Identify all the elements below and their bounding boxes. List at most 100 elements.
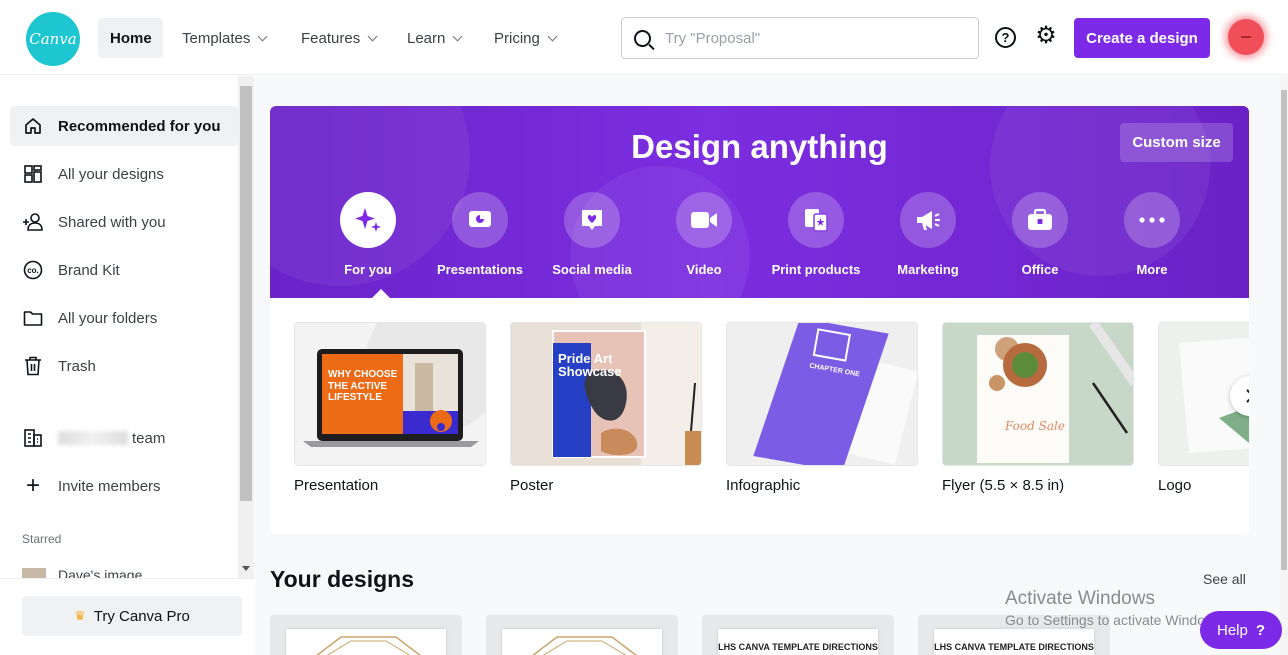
page-scrollbar[interactable] (1280, 76, 1288, 655)
sidebar-item-brand-kit[interactable]: co. Brand Kit (10, 250, 238, 290)
see-all-link[interactable]: See all (1203, 571, 1246, 587)
sidebar-item-label: All your designs (58, 165, 164, 183)
design-card[interactable] (270, 615, 462, 655)
create-design-label: Create a design (1086, 29, 1198, 47)
nav-features[interactable]: Features (289, 18, 388, 58)
logo-text: Canva (29, 30, 77, 48)
chevron-down-icon (257, 31, 268, 41)
category-marketing[interactable]: Marketing (872, 192, 984, 277)
create-design-button[interactable]: Create a design (1074, 18, 1210, 58)
category-social-media[interactable]: Social media (536, 192, 648, 277)
template-card-label: Infographic (726, 477, 801, 494)
category-label: More (1136, 262, 1168, 277)
template-card-poster[interactable]: Pride Art Showcase Poster (510, 322, 702, 494)
top-navigation-bar: Canva Home Templates Features Learn Pric… (0, 0, 1288, 75)
sparkle-icon (340, 192, 396, 248)
presentation-icon (452, 192, 508, 248)
design-card[interactable] (486, 615, 678, 655)
scroll-down-arrow-icon[interactable] (242, 566, 250, 571)
design-thumbnail-title: LHS CANVA TEMPLATE DIRECTIONS (718, 629, 878, 655)
try-pro-label: Try Canva Pro (93, 607, 190, 625)
hero-title: Design anything (631, 128, 888, 165)
chevron-down-icon (367, 31, 378, 41)
sidebar-footer: ♛ Try Canva Pro (0, 578, 254, 655)
sidebar-item-recommended[interactable]: Recommended for you (10, 106, 238, 146)
template-preview-flyer: Food Sale (942, 322, 1134, 466)
poster-preview-text: Pride Art Showcase (558, 351, 622, 379)
sidebar-item-label: All your folders (58, 309, 158, 327)
grid-icon (22, 163, 44, 185)
sidebar-item-trash[interactable]: Trash (10, 346, 238, 386)
flyer-preview-text: Food Sale (1005, 419, 1065, 433)
category-label: Social media (552, 262, 632, 277)
sidebar-item-label: Shared with you (58, 213, 166, 231)
search-icon (634, 29, 651, 47)
category-video[interactable]: Video (648, 192, 760, 277)
category-office[interactable]: Office (984, 192, 1096, 277)
category-for-you[interactable]: For you (312, 192, 424, 277)
nav-learn-label: Learn (407, 29, 446, 47)
template-card-flyer[interactable]: Food Sale Flyer (5.5 × 8.5 in) (942, 322, 1134, 494)
canva-logo[interactable]: Canva (26, 12, 80, 66)
main-content: Design anything Custom size For you Pres… (255, 76, 1280, 655)
help-icon[interactable]: ? (995, 27, 1016, 48)
template-card-label: Logo (1158, 477, 1192, 494)
search-bar (621, 17, 979, 59)
sidebar-item-label: Recommended for you (58, 117, 221, 135)
chevron-down-icon (547, 31, 558, 41)
question-mark-icon: ? (1255, 621, 1266, 639)
sidebar-item-team[interactable]: team (10, 418, 238, 458)
nav-pricing[interactable]: Pricing (482, 18, 568, 58)
sidebar-item-folders[interactable]: All your folders (10, 298, 238, 338)
avatar[interactable] (1228, 19, 1264, 55)
template-preview-poster: Pride Art Showcase (510, 322, 702, 466)
template-preview-presentation: WHY CHOOSE THE ACTIVE LIFESTYLE (294, 322, 486, 466)
template-card-label: Poster (510, 477, 554, 494)
gear-icon[interactable]: ⚙ (1034, 24, 1058, 48)
category-presentations[interactable]: Presentations (424, 192, 536, 277)
sidebar-item-all-designs[interactable]: All your designs (10, 154, 238, 194)
chevron-right-icon (1246, 389, 1249, 403)
nav-templates-label: Templates (182, 29, 251, 47)
your-designs-heading: Your designs (270, 566, 414, 592)
folder-icon (22, 307, 44, 329)
briefcase-icon (1012, 192, 1068, 248)
nav-home[interactable]: Home (98, 18, 163, 58)
template-card-presentation[interactable]: WHY CHOOSE THE ACTIVE LIFESTYLE Presenta… (294, 322, 486, 494)
custom-size-button[interactable]: Custom size (1120, 123, 1233, 162)
design-thumbnail (502, 629, 662, 655)
template-card-infographic[interactable]: CHAPTER ONE Infographic (726, 322, 918, 494)
search-input[interactable] (665, 29, 945, 47)
category-label: Presentations (437, 262, 523, 277)
custom-size-label: Custom size (1132, 134, 1221, 151)
active-category-indicator (371, 289, 391, 298)
help-button[interactable]: Help ? (1200, 611, 1282, 649)
template-cards-panel: WHY CHOOSE THE ACTIVE LIFESTYLE Presenta… (270, 298, 1249, 534)
try-canva-pro-button[interactable]: ♛ Try Canva Pro (22, 596, 242, 636)
trash-icon (22, 355, 44, 377)
page-scrollbar-thumb[interactable] (1281, 90, 1287, 570)
sidebar-item-shared[interactable]: Shared with you (10, 202, 238, 242)
sidebar-scrollbar-thumb[interactable] (240, 86, 252, 501)
template-card-label: Flyer (5.5 × 8.5 in) (942, 477, 1065, 494)
design-thumbnail (286, 629, 446, 655)
crown-icon: ♛ (74, 608, 86, 623)
nav-templates[interactable]: Templates (170, 18, 278, 58)
print-products-icon (788, 192, 844, 248)
nav-home-label: Home (110, 29, 152, 47)
sidebar-scrollbar[interactable] (238, 76, 254, 578)
category-more[interactable]: More (1096, 192, 1208, 277)
nav-learn[interactable]: Learn (395, 18, 473, 58)
sidebar-item-invite[interactable]: + Invite members (10, 466, 238, 506)
more-dots-icon (1124, 192, 1180, 248)
sidebar-item-label: Invite members (58, 477, 161, 495)
design-card[interactable]: LHS CANVA TEMPLATE DIRECTIONS (702, 615, 894, 655)
category-print-products[interactable]: Print products (760, 192, 872, 277)
sidebar-item-label: Brand Kit (58, 261, 120, 279)
heart-chat-icon (564, 192, 620, 248)
shared-users-icon (22, 211, 44, 233)
design-thumbnail-title: LHS CANVA TEMPLATE DIRECTIONS (934, 629, 1094, 655)
presentation-preview-text: WHY CHOOSE THE ACTIVE LIFESTYLE (328, 369, 398, 403)
category-label: Print products (771, 262, 861, 277)
help-button-label: Help (1216, 621, 1248, 639)
